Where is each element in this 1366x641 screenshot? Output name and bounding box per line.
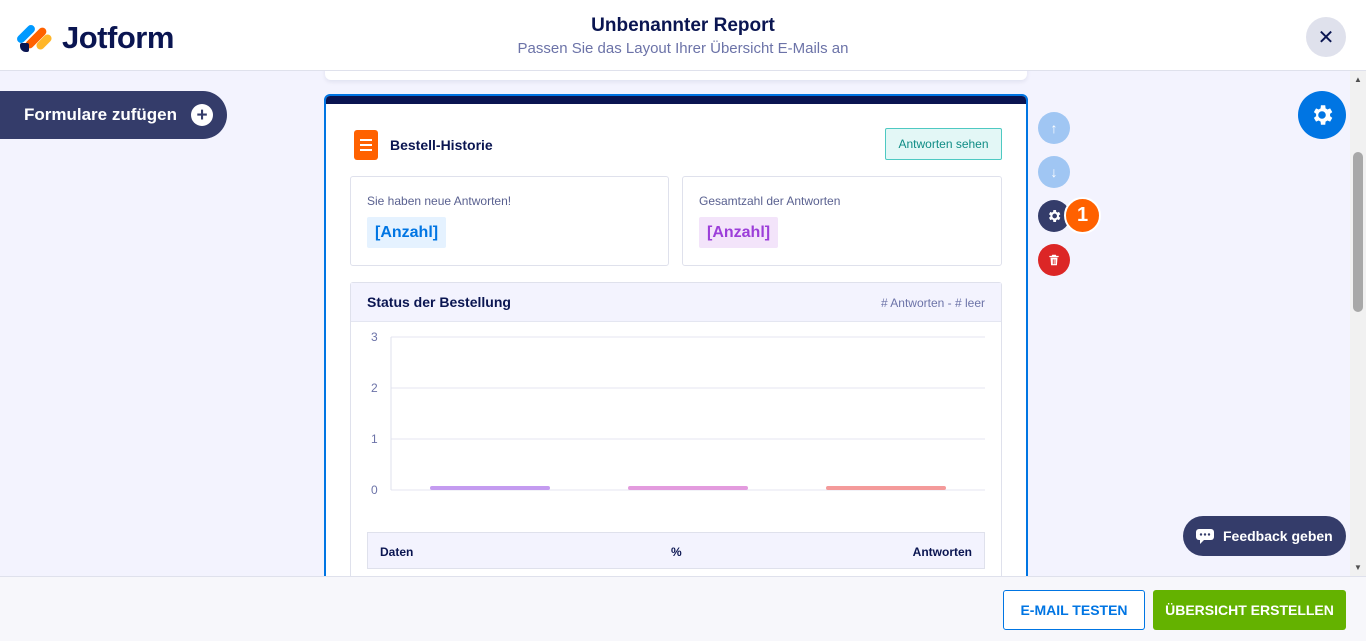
data-table-header: Daten % Antworten: [367, 532, 985, 569]
move-down-button[interactable]: ↓: [1038, 156, 1070, 188]
table-header-answers: Antworten: [912, 545, 972, 559]
scroll-down-icon[interactable]: ▼: [1354, 563, 1362, 572]
chart-note: # Antworten - # leer: [880, 296, 985, 310]
y-tick-label: 1: [371, 432, 378, 446]
header: Jotform Unbenannter Report Passen Sie da…: [0, 0, 1366, 71]
delete-button[interactable]: [1038, 244, 1070, 276]
table-header-percent: %: [671, 545, 682, 559]
bar-chart: 0 1 2 3: [371, 330, 985, 497]
gear-icon: [1049, 210, 1061, 222]
close-button[interactable]: ✕: [1306, 17, 1346, 57]
page-title: Unbenannter Report: [591, 15, 775, 36]
feedback-icon: [1196, 529, 1214, 544]
stat-value: [Anzahl]: [367, 217, 447, 248]
chart-bar: [430, 486, 550, 490]
vertical-scrollbar[interactable]: ▲ ▼: [1350, 71, 1366, 576]
page-subtitle: Passen Sie das Layout Ihrer Übersicht E-…: [517, 40, 849, 57]
see-answers-button[interactable]: Antworten sehen: [885, 128, 1002, 160]
card-title: Bestell-Historie: [390, 137, 493, 153]
y-tick-label: 0: [371, 483, 378, 497]
feedback-button[interactable]: Feedback geben: [1183, 516, 1346, 556]
chart-bar: [826, 486, 946, 490]
plus-icon: +: [191, 104, 214, 126]
report-card[interactable]: Bestell-Historie Antworten sehen Sie hab…: [324, 94, 1028, 594]
arrow-up-icon: ↑: [1050, 120, 1058, 136]
chart-title: Status der Bestellung: [367, 294, 511, 310]
create-summary-button[interactable]: ÜBERSICHT ERSTELLEN: [1153, 590, 1346, 630]
gear-icon: [1313, 105, 1333, 125]
title-block: Unbenannter Report Passen Sie das Layout…: [0, 15, 1366, 57]
stat-value: [Anzahl]: [699, 217, 779, 248]
feedback-label: Feedback geben: [1223, 528, 1333, 544]
scroll-up-icon[interactable]: ▲: [1354, 75, 1362, 84]
total-answers-stat: Gesamtzahl der Antworten [Anzahl]: [682, 176, 1002, 266]
card-header: Bestell-Historie: [354, 130, 493, 160]
chart-bar: [628, 486, 748, 490]
arrow-down-icon: ↓: [1050, 164, 1058, 180]
add-forms-button[interactable]: Formulare zufügen +: [0, 91, 227, 139]
global-settings-button[interactable]: [1298, 91, 1346, 139]
y-tick-label: 3: [371, 330, 378, 344]
card-top-bar: [326, 96, 1026, 104]
order-status-chart: Status der Bestellung # Antworten - # le…: [350, 282, 1002, 592]
footer: E-MAIL TESTEN ÜBERSICHT ERSTELLEN: [0, 576, 1366, 641]
close-icon: ✕: [1317, 26, 1335, 49]
step-badge: 1: [1064, 197, 1101, 234]
form-icon: [354, 130, 378, 160]
stat-label: Gesamtzahl der Antworten: [699, 194, 841, 208]
add-forms-label: Formulare zufügen: [24, 105, 178, 124]
chart-header: Status der Bestellung # Antworten - # le…: [351, 283, 1001, 322]
y-tick-label: 2: [371, 381, 378, 395]
new-answers-stat: Sie haben neue Antworten! [Anzahl]: [350, 176, 669, 266]
test-email-button[interactable]: E-MAIL TESTEN: [1003, 590, 1145, 630]
table-header-data: Daten: [380, 545, 414, 559]
move-up-button[interactable]: ↑: [1038, 112, 1070, 144]
stat-label: Sie haben neue Antworten!: [367, 194, 512, 208]
trash-icon: [1049, 254, 1059, 266]
scroll-thumb[interactable]: [1353, 152, 1363, 312]
